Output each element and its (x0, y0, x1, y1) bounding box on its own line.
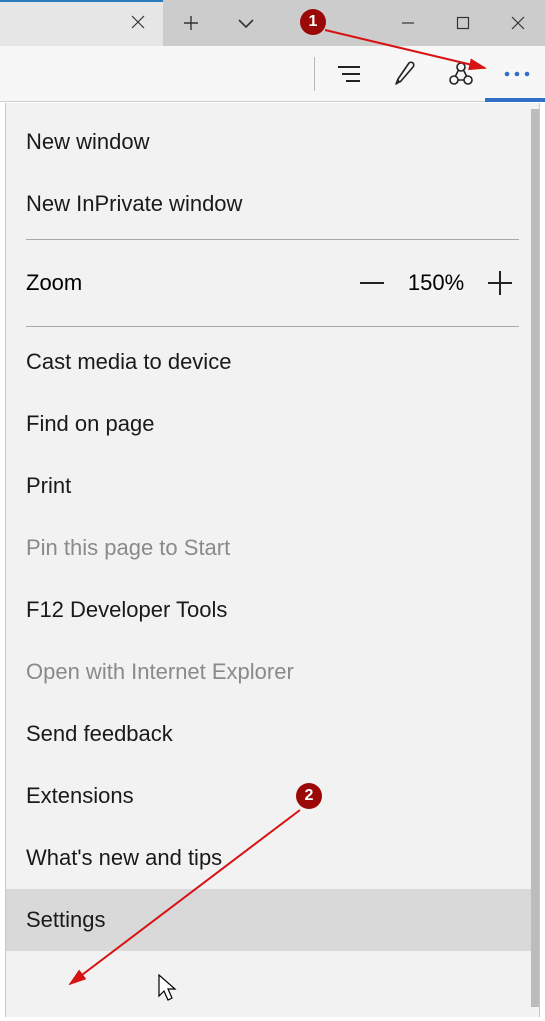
annotation-arrow-2 (0, 0, 545, 1021)
mouse-cursor-icon (158, 974, 178, 1007)
